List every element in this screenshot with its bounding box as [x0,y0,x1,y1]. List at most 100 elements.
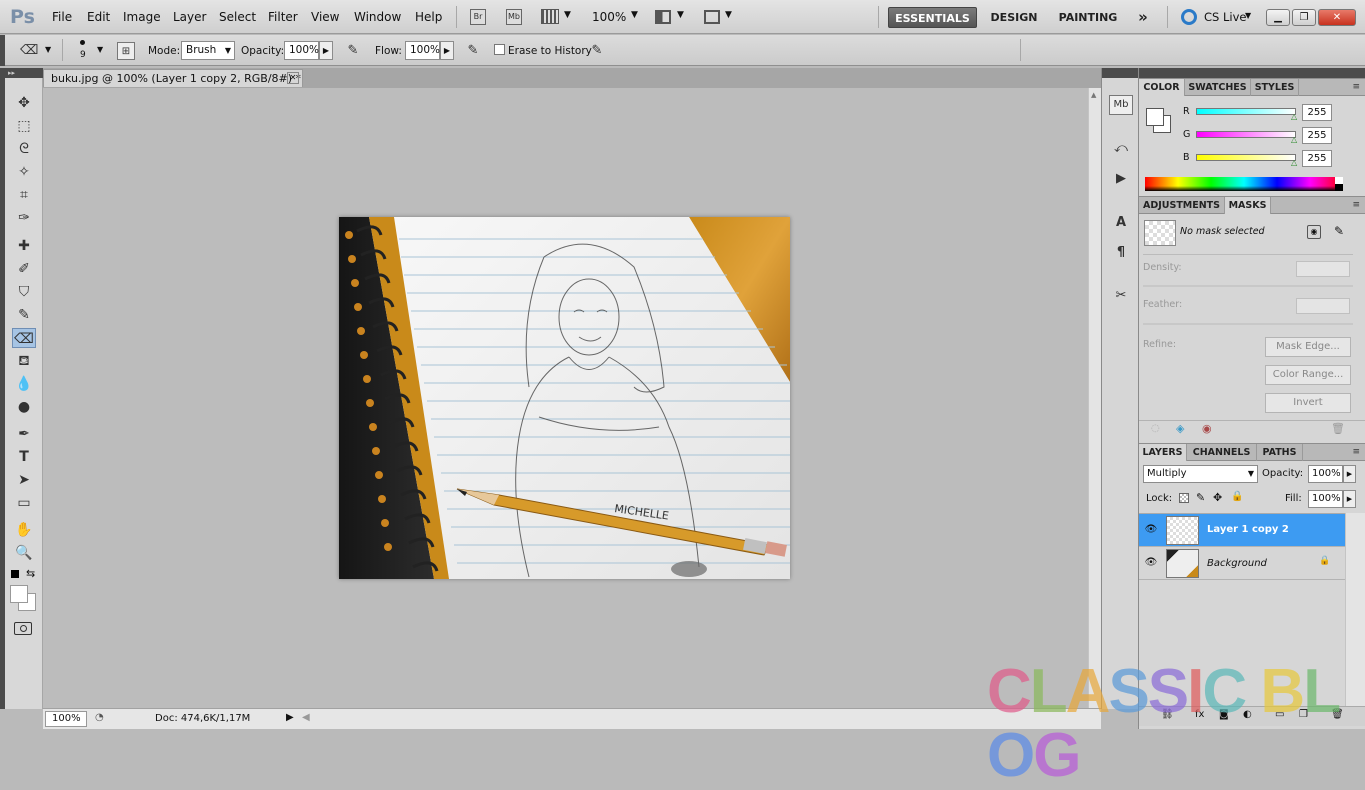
fill-input[interactable]: 100% [1308,490,1343,508]
color-range-button[interactable]: Color Range... [1265,365,1351,385]
scroll-up-icon[interactable]: ▲ [1091,91,1096,99]
panel-menu-icon[interactable]: ≡ [1352,444,1360,461]
tab-adjustments[interactable]: ADJUSTMENTS [1139,197,1225,214]
eyedropper-tool-icon[interactable]: ✑ [12,208,36,228]
feather-slider[interactable] [1143,323,1353,325]
layer-opacity-slider-button[interactable]: ▶ [1343,465,1356,483]
zoom-tool-icon[interactable]: 🔍 [12,543,36,563]
minibridge-panel-icon[interactable]: Mb [1109,95,1133,115]
chevron-down-icon[interactable]: ▼ [97,45,103,54]
menu-help[interactable]: Help [415,10,442,24]
eraser-tool-preset-icon[interactable]: ⌫ [20,42,38,60]
menu-image[interactable]: Image [123,10,161,24]
default-colors-icon[interactable] [11,570,19,578]
mask-edge-button[interactable]: Mask Edge... [1265,337,1351,357]
more-workspaces-button[interactable]: » [1132,7,1154,28]
menu-window[interactable]: Window [354,10,401,24]
scroll-left-icon[interactable]: ◀ [302,712,310,723]
type-tool-icon[interactable]: T [12,447,36,467]
lasso-tool-icon[interactable]: ᘓ [12,139,36,159]
layer-name[interactable]: Layer 1 copy 2 [1207,524,1289,535]
menu-view[interactable]: View [311,10,339,24]
red-slider[interactable] [1196,108,1296,115]
slider-thumb-icon[interactable]: △ [1291,158,1297,167]
opacity-input[interactable]: 100% [284,41,319,60]
red-value[interactable]: 255 [1302,104,1332,121]
tab-masks[interactable]: MASKS [1225,197,1271,214]
paragraph-panel-icon[interactable]: ¶ [1109,242,1133,264]
chevron-down-icon[interactable]: ▼ [725,10,732,20]
menu-select[interactable]: Select [219,10,256,24]
brush-panel-toggle-icon[interactable]: ⊞ [117,42,135,60]
tab-color[interactable]: COLOR [1139,79,1185,96]
close-button[interactable]: ✕ [1318,9,1356,26]
swap-colors-icon[interactable]: ⇆ [26,567,35,580]
slider-thumb-icon[interactable]: △ [1291,135,1297,144]
pressure-size-icon[interactable]: ✎ [588,42,606,60]
chevron-down-icon[interactable]: ▼ [45,45,51,54]
color-foreground-swatch[interactable] [1146,108,1164,126]
layer-name[interactable]: Background [1207,558,1267,569]
opacity-slider-button[interactable]: ▶ [319,41,333,60]
density-input[interactable] [1296,261,1350,277]
green-slider[interactable] [1196,131,1296,138]
healing-brush-tool-icon[interactable]: ✚ [12,236,36,256]
panel-menu-icon[interactable]: ≡ [1352,197,1360,214]
brush-dot-icon[interactable] [80,40,85,45]
menu-filter[interactable]: Filter [268,10,298,24]
bridge-button[interactable]: Br [470,9,486,25]
fill-slider-button[interactable]: ▶ [1343,490,1356,508]
actions-panel-icon[interactable]: ▶ [1109,168,1133,190]
mode-select[interactable]: Brush ▼ [181,41,235,60]
pixel-mask-icon[interactable]: ◉ [1307,225,1321,239]
flow-slider-button[interactable]: ▶ [440,41,454,60]
path-selection-tool-icon[interactable]: ➤ [12,470,36,490]
clone-stamp-tool-icon[interactable]: ⛉ [12,282,36,302]
minibridge-button[interactable]: Mb [506,9,522,25]
foreground-color-swatch[interactable] [10,585,28,603]
eraser-tool-icon[interactable]: ⌫ [12,328,36,348]
invert-button[interactable]: Invert [1265,393,1351,413]
menu-edit[interactable]: Edit [87,10,110,24]
status-menu-arrow-icon[interactable]: ▶ [286,712,294,723]
zoom-level-menu[interactable]: 100% [592,10,626,24]
paint-bucket-tool-icon[interactable]: ⛾ [12,351,36,371]
density-slider[interactable] [1143,285,1353,287]
layer-opacity-input[interactable]: 100% [1308,465,1343,483]
menu-file[interactable]: File [52,10,72,24]
blur-tool-icon[interactable]: 💧 [12,374,36,394]
hand-tool-icon[interactable]: ✋ [12,520,36,540]
panel-menu-icon[interactable]: ≡ [1352,79,1360,96]
color-ramp[interactable] [1145,177,1343,191]
load-selection-icon[interactable]: ◌ [1151,423,1160,434]
history-brush-tool-icon[interactable]: ✎ [12,305,36,325]
history-panel-icon[interactable]: ⤺ [1109,138,1133,160]
workspace-essentials[interactable]: ESSENTIALS [888,7,977,28]
chevron-down-icon[interactable]: ▼ [564,10,571,20]
zoom-input[interactable]: 100% [45,711,87,727]
flow-input[interactable]: 100% [405,41,440,60]
vector-mask-icon[interactable]: ✎ [1334,224,1344,238]
lock-all-icon[interactable]: 🔒 [1231,491,1243,502]
quick-selection-tool-icon[interactable]: ✧ [12,162,36,182]
tab-styles[interactable]: STYLES [1251,79,1299,96]
pen-tool-icon[interactable]: ✒ [12,424,36,444]
feather-input[interactable] [1296,298,1350,314]
tab-paths[interactable]: PATHS [1257,444,1303,461]
move-tool-icon[interactable]: ✥ [12,93,36,113]
panel-grip[interactable]: ▸▸ [5,68,43,78]
workspace-design[interactable]: DESIGN [984,7,1044,28]
marquee-tool-icon[interactable]: ⬚ [12,116,36,136]
blue-slider[interactable] [1196,154,1296,161]
pressure-opacity-icon[interactable]: ✎ [344,42,362,60]
tab-layers[interactable]: LAYERS [1139,444,1187,461]
tab-swatches[interactable]: SWATCHES [1185,79,1251,96]
status-icon[interactable]: ◔ [95,712,104,723]
chevron-down-icon[interactable]: ▼ [1245,11,1251,20]
layer-row[interactable]: 👁 Background 🔒 [1139,547,1345,580]
quick-mask-icon[interactable] [14,622,32,635]
delete-mask-icon[interactable]: 🗑 [1331,422,1345,435]
screen-mode-icon[interactable] [704,10,720,24]
disable-mask-icon[interactable]: ◉ [1202,422,1212,435]
restore-button[interactable]: ❐ [1292,9,1316,26]
